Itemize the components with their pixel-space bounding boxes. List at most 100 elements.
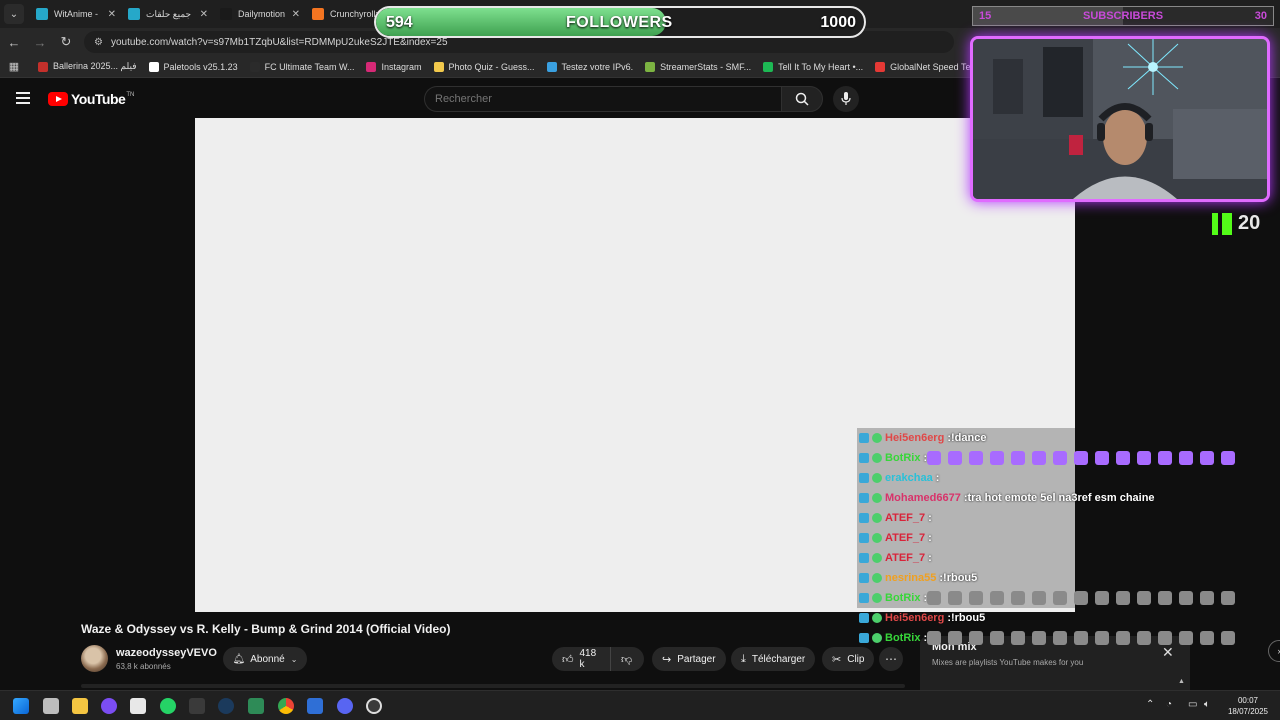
bookmark-favicon-icon <box>763 61 774 72</box>
user-badge-icon <box>872 593 882 603</box>
bookmark-item[interactable]: Instagram <box>366 61 422 72</box>
search-input[interactable] <box>425 87 782 111</box>
tab-search-icon[interactable]: ⌄ <box>4 4 24 24</box>
bookmark-item[interactable]: Photo Quiz - Guess... <box>433 61 535 72</box>
followers-goal-bar: 594 FOLLOWERS 1000 <box>374 6 866 38</box>
channel-avatar[interactable] <box>81 645 108 672</box>
subscribed-label: Abonné <box>250 653 285 665</box>
emote-icon <box>1179 591 1194 605</box>
youtube-logo[interactable]: YouTube TN <box>48 91 134 107</box>
browser-tab[interactable]: WitAnime - ✕ <box>30 0 122 28</box>
chrome-icon[interactable] <box>278 698 294 714</box>
tab-close-icon[interactable]: ✕ <box>292 9 300 20</box>
app-icon-3[interactable] <box>248 698 264 714</box>
clip-button[interactable]: ✂ Clip <box>822 647 875 671</box>
whatsapp-icon[interactable] <box>160 698 176 714</box>
youtube-logo-text: YouTube <box>71 91 126 107</box>
more-actions-icon[interactable]: ⋯ <box>879 647 903 671</box>
file-explorer-icon[interactable] <box>72 698 88 714</box>
display-icon[interactable]: ▭ <box>1188 699 1197 710</box>
site-info-icon[interactable]: ⚙ <box>94 37 103 48</box>
chat-message: ATEF_7: <box>857 508 1075 528</box>
tray-chevron-icon[interactable]: ⌃ <box>1146 699 1154 710</box>
emote-icon <box>1095 631 1110 645</box>
bookmark-label: Photo Quiz - Guess... <box>448 61 535 72</box>
app-icon[interactable] <box>130 698 146 714</box>
forward-icon[interactable]: → <box>28 30 52 54</box>
user-badge-icon <box>872 473 882 483</box>
chat-username: Hei5en6erg <box>885 432 945 444</box>
voice-search-button[interactable] <box>833 86 859 112</box>
bookmark-item[interactable]: Tell It To My Heart •... <box>763 61 863 72</box>
dislike-button[interactable]: 👎︎ <box>610 647 644 671</box>
bookmark-favicon-icon <box>249 61 260 72</box>
emote-icon <box>1011 591 1026 605</box>
volume-icon[interactable]: 🔈︎ <box>1204 699 1210 710</box>
download-icon: ⤓ <box>741 652 746 665</box>
emote-icon <box>1200 591 1215 605</box>
subscribed-button[interactable]: 🔔︎ Abonné ⌄ <box>223 647 307 671</box>
chat-message: erakchaa: <box>857 468 1075 488</box>
apps-grid-icon[interactable]: ▦ <box>2 55 26 79</box>
channel-name[interactable]: wazeodysseyVEVO <box>116 647 217 659</box>
app-icon-2[interactable] <box>189 698 205 714</box>
user-badge-icon <box>872 553 882 563</box>
system-clock[interactable]: 00:07 18/07/2025 <box>1224 695 1272 717</box>
emote-icon <box>969 451 984 465</box>
windows-start-icon[interactable] <box>13 698 29 714</box>
chat-message: ATEF_7: <box>857 528 1075 548</box>
emote-icon <box>990 631 1005 645</box>
bookmark-item[interactable]: FC Ultimate Team W... <box>249 61 354 72</box>
youtube-country-code: TN <box>126 92 135 98</box>
chat-username: BotRix <box>885 632 921 644</box>
chat-emotes <box>927 591 1242 605</box>
emote-icon <box>948 631 963 645</box>
browser-tab[interactable]: Dailymotion ✕ <box>214 0 306 28</box>
bookmark-item[interactable]: Testez votre IPv6. <box>546 61 633 72</box>
download-button[interactable]: ⤓ Télécharger <box>731 647 816 671</box>
browser-tab[interactable]: جميع حلقات ✕ <box>122 0 214 28</box>
emote-icon <box>1158 631 1173 645</box>
task-view-icon[interactable] <box>43 698 59 714</box>
steam-icon[interactable] <box>218 698 234 714</box>
assistant-icon[interactable] <box>101 698 117 714</box>
like-button[interactable]: 👍︎ 418 k <box>552 647 610 671</box>
share-button[interactable]: ↪ Partager <box>652 647 726 671</box>
user-badge-icon <box>872 533 882 543</box>
menu-icon[interactable] <box>16 92 30 104</box>
obs-icon[interactable] <box>366 698 382 714</box>
bookmark-item[interactable]: Paletools v25.1.23 <box>148 61 238 72</box>
chat-emotes <box>927 451 1242 465</box>
app-icon-4[interactable] <box>307 698 323 714</box>
bookmark-item[interactable]: Ballerina 2025... فيلم <box>38 61 137 72</box>
emote-icon <box>1200 631 1215 645</box>
emote-icon <box>1095 591 1110 605</box>
emote-icon <box>927 631 942 645</box>
emote-icon <box>1158 591 1173 605</box>
bookmark-item[interactable]: GlobalNet Speed Test <box>875 61 978 72</box>
search-button[interactable] <box>781 86 823 112</box>
back-icon[interactable]: ← <box>2 30 26 54</box>
expand-icon[interactable]: ▲ <box>1178 678 1185 685</box>
webcam-image <box>973 39 1267 199</box>
scissors-icon: ✂ <box>832 653 842 666</box>
emote-icon <box>1137 591 1152 605</box>
discord-icon[interactable] <box>337 698 353 714</box>
bookmark-item[interactable]: StreamerStats - SMF... <box>645 61 751 72</box>
emote-icon <box>927 451 942 465</box>
chat-username: ATEF_7 <box>885 532 926 544</box>
mix-subtitle: Mixes are playlists YouTube makes for yo… <box>932 658 1084 667</box>
chat-username: nesrina55 <box>885 572 937 584</box>
emote-icon <box>969 591 984 605</box>
tab-close-icon[interactable]: ✕ <box>200 9 208 20</box>
share-icon: ↪ <box>662 653 672 666</box>
reload-icon[interactable]: ↻ <box>54 30 78 54</box>
emote-icon <box>1221 451 1236 465</box>
chat-message: BotRix: <box>857 588 1236 608</box>
emote-icon <box>1053 451 1068 465</box>
clock-time: 00:07 <box>1237 696 1259 705</box>
network-icon[interactable]: ◔ <box>1166 699 1172 710</box>
followers-goal: 1000 <box>820 14 856 31</box>
platform-badge-icon <box>859 453 869 463</box>
tab-close-icon[interactable]: ✕ <box>108 9 116 20</box>
